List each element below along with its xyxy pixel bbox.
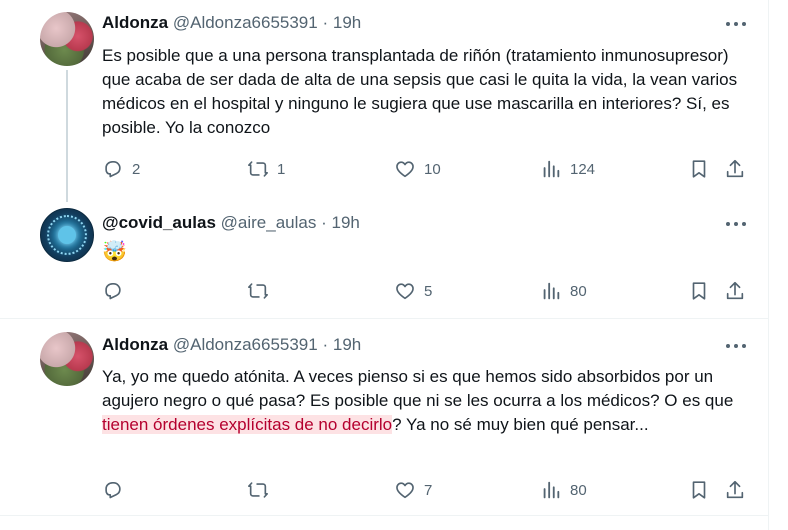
like-button[interactable]: 5 [394, 279, 432, 303]
retweet-icon [248, 283, 268, 299]
timeline: Aldonza @Aldonza6655391 · 19h Es posible… [0, 0, 769, 530]
avatar[interactable] [40, 208, 94, 262]
views-icon [543, 481, 560, 499]
retweet-icon [248, 482, 268, 498]
like-button[interactable]: 10 [394, 157, 441, 181]
tweet-actions: 7 80 [0, 478, 768, 502]
author-handle[interactable]: @aire_aulas [221, 213, 317, 232]
retweet-icon [248, 161, 268, 177]
share-button[interactable] [724, 157, 746, 181]
exploding-head-emoji: 🤯 [102, 241, 127, 263]
share-icon [726, 480, 744, 499]
heart-icon [396, 161, 414, 178]
avatar[interactable] [40, 332, 94, 386]
timestamp[interactable]: 19h [331, 213, 359, 232]
virus-icon [58, 226, 76, 244]
author-handle[interactable]: @Aldonza6655391 [173, 335, 318, 354]
separator: · [322, 13, 329, 32]
views-icon [543, 282, 560, 300]
author-name[interactable]: @covid_aulas [102, 213, 216, 232]
reply-icon [105, 482, 121, 499]
view-count: 80 [570, 282, 587, 300]
tweet[interactable]: @covid_aulas @aire_aulas · 19h 🤯 5 80 [0, 200, 768, 318]
heart-icon [396, 482, 414, 499]
retweet-button[interactable] [247, 279, 269, 303]
retweet-button[interactable] [247, 478, 269, 502]
bookmark-button[interactable] [688, 157, 710, 181]
reply-button[interactable]: 2 [102, 157, 140, 181]
share-icon [726, 281, 744, 300]
tweet-text-part: ? Ya no sé muy bien qué pensar... [392, 415, 649, 434]
tweet-actions: 5 80 [0, 279, 768, 303]
reply-icon [105, 283, 121, 300]
like-count: 5 [424, 282, 433, 300]
views-button[interactable]: 124 [540, 157, 595, 181]
reply-icon [105, 161, 121, 178]
tweet-text: Es posible que a una persona transplanta… [102, 46, 738, 137]
like-count: 7 [424, 481, 433, 499]
reply-count: 2 [132, 160, 141, 178]
divider [0, 515, 768, 516]
share-icon [726, 159, 744, 178]
author-handle[interactable]: @Aldonza6655391 [173, 13, 318, 32]
highlighted-text: tienen órdenes explícitas de no decirlo [102, 415, 393, 434]
timestamp[interactable]: 19h [333, 13, 361, 32]
views-icon [543, 160, 560, 178]
view-count: 80 [570, 481, 587, 499]
tweet-header: Aldonza @Aldonza6655391 · 19h [102, 335, 361, 355]
tweet-header: Aldonza @Aldonza6655391 · 19h [102, 13, 361, 33]
bookmark-icon [692, 282, 706, 300]
separator: · [322, 335, 329, 354]
tweet[interactable]: Aldonza @Aldonza6655391 · 19h Ya, yo me … [0, 319, 768, 515]
more-icon[interactable] [726, 342, 746, 350]
thread-line [66, 70, 68, 202]
views-button[interactable]: 80 [540, 478, 587, 502]
avatar[interactable] [40, 12, 94, 66]
author-name[interactable]: Aldonza [102, 335, 168, 354]
more-icon[interactable] [726, 220, 746, 228]
views-button[interactable]: 80 [540, 279, 587, 303]
reply-button[interactable] [102, 478, 124, 502]
retweet-count: 1 [277, 160, 286, 178]
like-count: 10 [424, 160, 441, 178]
timestamp[interactable]: 19h [333, 335, 361, 354]
like-button[interactable]: 7 [394, 478, 432, 502]
tweet-text: Ya, yo me quedo atónita. A veces pienso … [102, 365, 752, 437]
author-name[interactable]: Aldonza [102, 13, 168, 32]
tweet-header: @covid_aulas @aire_aulas · 19h [102, 213, 360, 233]
share-button[interactable] [724, 279, 746, 303]
tweet-text-part: Ya, yo me quedo atónita. A veces pienso … [102, 367, 734, 410]
bookmark-button[interactable] [688, 478, 710, 502]
tweet-actions: 2 1 10 124 [0, 157, 768, 181]
bookmark-icon [692, 160, 706, 178]
heart-icon [396, 283, 414, 300]
retweet-button[interactable]: 1 [247, 157, 285, 181]
more-icon[interactable] [726, 20, 746, 28]
bookmark-button[interactable] [688, 279, 710, 303]
share-button[interactable] [724, 478, 746, 502]
tweet[interactable]: Aldonza @Aldonza6655391 · 19h Es posible… [0, 0, 768, 202]
view-count: 124 [570, 160, 596, 178]
bookmark-icon [692, 481, 706, 499]
reply-button[interactable] [102, 279, 124, 303]
separator: · [321, 213, 327, 232]
